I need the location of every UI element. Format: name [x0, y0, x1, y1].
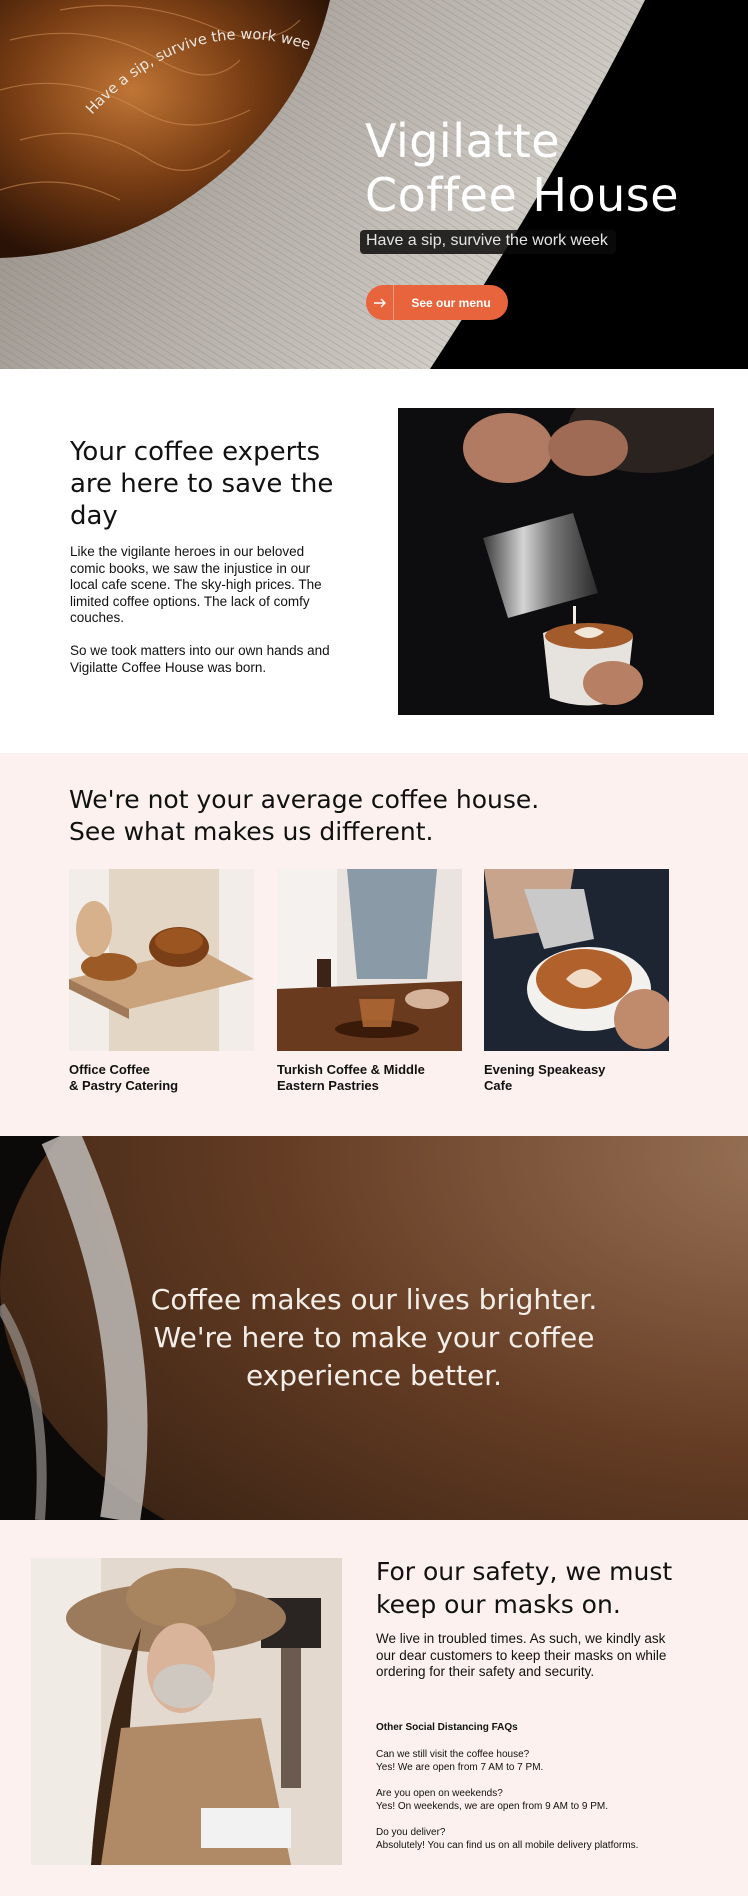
faq-title: Other Social Distancing FAQs — [376, 1722, 518, 1733]
brighter-line2: We're here to make your coffee — [153, 1321, 595, 1354]
safety-section: For our safety, we must keep our masks o… — [0, 1520, 748, 1896]
feature-caption: Evening Speakeasy Cafe — [484, 1062, 664, 1094]
feature-caption-line2: & Pastry Catering — [69, 1078, 179, 1093]
masked-customer-photo — [31, 1558, 342, 1865]
feature-caption: Office Coffee & Pastry Catering — [69, 1062, 249, 1094]
hero-section: Have a sip, survive the work week Vigila… — [0, 0, 748, 369]
see-menu-button[interactable]: See our menu — [366, 285, 508, 320]
different-heading-line2: See what makes us different. — [69, 817, 434, 846]
feature-caption: Turkish Coffee & Middle Eastern Pastries — [277, 1062, 457, 1094]
feature-caption-line1: Turkish Coffee & Middle — [277, 1062, 425, 1077]
brighter-statement: Coffee makes our lives brighter. We're h… — [100, 1281, 648, 1395]
brighter-line1: Coffee makes our lives brighter. — [150, 1283, 598, 1316]
faq-question: Are you open on weekends? — [376, 1788, 503, 1799]
experts-paragraph-1: Like the vigilante heroes in our beloved… — [70, 544, 322, 625]
turkish-coffee-photo — [277, 869, 462, 1051]
faq-answer: Yes! We are open from 7 AM to 7 PM. — [376, 1762, 544, 1773]
pastry-tray-photo — [69, 869, 254, 1051]
feature-card-speakeasy[interactable]: Evening Speakeasy Cafe — [484, 869, 669, 1094]
feature-card-turkish[interactable]: Turkish Coffee & Middle Eastern Pastries — [277, 869, 462, 1094]
different-heading: We're not your average coffee house. See… — [69, 784, 629, 848]
faq-answer: Yes! On weekends, we are open from 9 AM … — [376, 1801, 608, 1812]
arrow-right-icon — [366, 285, 394, 320]
faq-question: Do you deliver? — [376, 1827, 446, 1838]
see-menu-label: See our menu — [411, 295, 491, 310]
feature-card-catering[interactable]: Office Coffee & Pastry Catering — [69, 869, 254, 1094]
faq-item: Do you deliver? Absolutely! You can find… — [376, 1826, 706, 1852]
different-section: We're not your average coffee house. See… — [0, 753, 748, 1136]
experts-section: Your coffee experts are here to save the… — [0, 369, 748, 753]
feature-caption-line1: Office Coffee — [69, 1062, 150, 1077]
faq-answer: Absolutely! You can find us on all mobil… — [376, 1840, 639, 1851]
latte-pour-photo — [484, 869, 669, 1051]
hero-title-line1: Vigilatte — [365, 114, 561, 168]
faq-question: Can we still visit the coffee house? — [376, 1749, 530, 1760]
faq-item: Are you open on weekends? Yes! On weeken… — [376, 1787, 706, 1813]
faq-item: Can we still visit the coffee house? Yes… — [376, 1748, 706, 1774]
hero-curved-text: Have a sip, survive the work week — [70, 20, 312, 118]
feature-caption-line2: Cafe — [484, 1078, 513, 1093]
experts-heading: Your coffee experts are here to save the… — [70, 437, 334, 531]
brighter-line3: experience better. — [245, 1359, 503, 1392]
hero-title-line2: Coffee House — [365, 168, 680, 222]
feature-caption-line1: Evening Speakeasy — [484, 1062, 606, 1077]
safety-heading: For our safety, we must keep our masks o… — [376, 1557, 673, 1619]
hero-title: Vigilatte Coffee House — [365, 114, 735, 222]
brighter-section: Coffee makes our lives brighter. We're h… — [0, 1136, 748, 1520]
barista-latte-art-photo — [398, 408, 714, 715]
safety-paragraph: We live in troubled times. As such, we k… — [376, 1631, 667, 1679]
hero-tagline: Have a sip, survive the work week — [360, 230, 616, 254]
experts-paragraph-2: So we took matters into our own hands an… — [70, 643, 330, 675]
feature-caption-line2: Eastern Pastries — [277, 1078, 379, 1093]
svg-text:Have a sip, survive the work w: Have a sip, survive the work week — [70, 20, 312, 118]
different-heading-line1: We're not your average coffee house. — [69, 785, 540, 814]
